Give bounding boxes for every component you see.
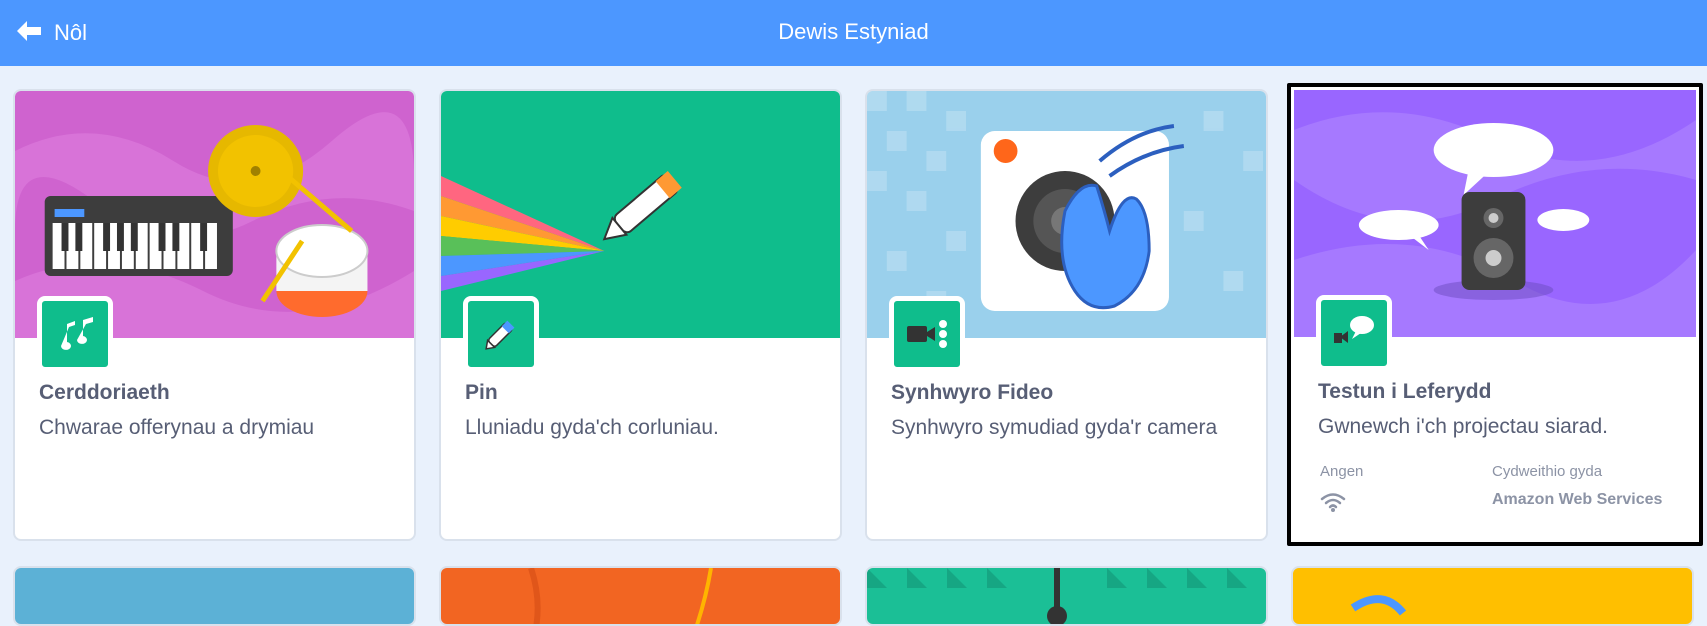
card-description: Lluniadu gyda'ch corluniau.	[465, 416, 719, 439]
card-title: Synhwyro Fideo	[891, 381, 1054, 404]
extension-card-video-sensing[interactable]: Synhwyro Fideo Synhwyro symudiad gyda'r …	[865, 89, 1268, 541]
pen-icon	[463, 296, 539, 372]
extension-card-pen[interactable]: Pin Lluniadu gyda'ch corluniau.	[439, 89, 842, 541]
collaborator-name: Amazon Web Services	[1492, 491, 1663, 508]
header-bar: Nôl Dewis Estyniad	[0, 0, 1707, 66]
card-description: Synhwyro symudiad gyda'r camera	[891, 416, 1218, 439]
extension-card-text-to-speech[interactable]: Testun i Leferydd Gwnewch i'ch projectau…	[1287, 83, 1703, 546]
extension-card-partial[interactable]	[1291, 566, 1694, 626]
speaker-speech-icon	[1316, 295, 1392, 371]
page-title: Dewis Estyniad	[778, 19, 929, 44]
card-title: Cerddoriaeth	[39, 381, 170, 404]
extension-card-music[interactable]: Cerddoriaeth Chwarae offerynau a drymiau	[13, 89, 416, 541]
music-notes-icon	[37, 296, 113, 372]
extension-card-partial[interactable]	[439, 566, 842, 626]
requires-label: Angen	[1320, 463, 1364, 480]
video-camera-icon	[889, 296, 965, 372]
card-description: Chwarae offerynau a drymiau	[39, 416, 315, 439]
card-title: Testun i Leferydd	[1318, 380, 1492, 403]
extension-card-partial[interactable]	[13, 566, 416, 626]
card-description: Gwnewch i'ch projectau siarad.	[1318, 415, 1608, 438]
collaboration-label: Cydweithio gyda	[1492, 463, 1603, 480]
wifi-icon	[1320, 493, 1346, 512]
extension-card-partial[interactable]	[865, 566, 1268, 626]
card-title: Pin	[465, 381, 498, 404]
